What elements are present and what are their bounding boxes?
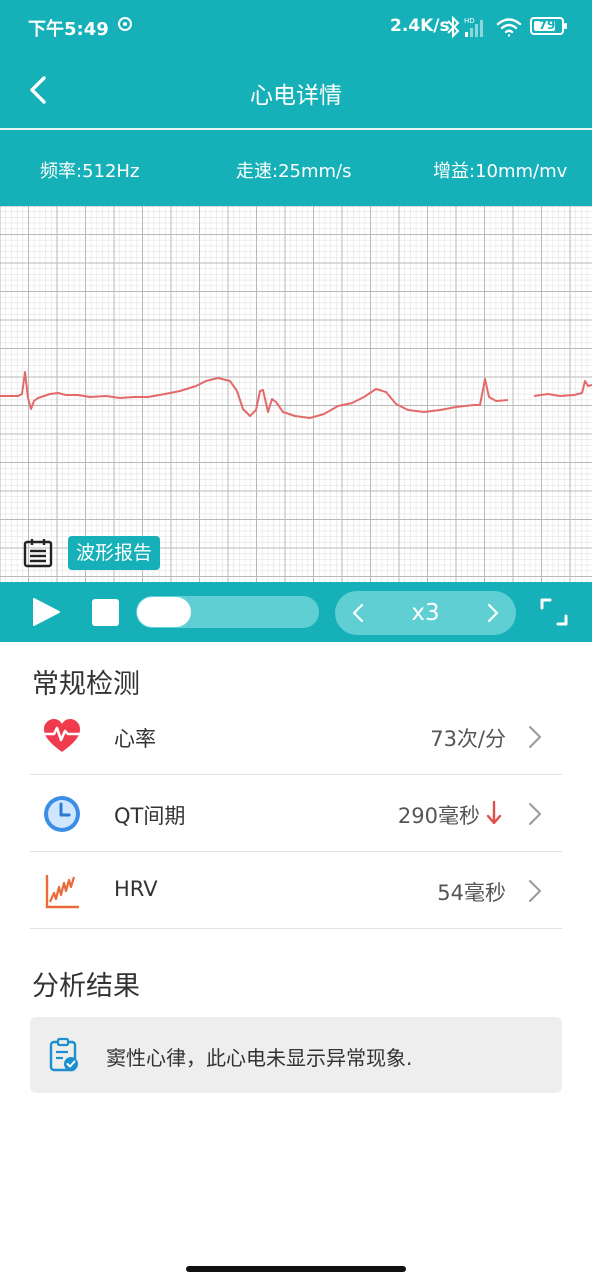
report-calendar-icon[interactable] [22, 537, 54, 569]
ecg-chart [0, 206, 592, 582]
list-item-hrv[interactable]: HRV 54毫秒 [30, 852, 562, 929]
svg-text:HD: HD [464, 17, 475, 25]
analysis-title: 分析结果 [32, 971, 140, 1002]
play-icon[interactable] [30, 596, 62, 628]
status-icons: HD [447, 15, 522, 39]
hrv-chart-icon [45, 875, 79, 909]
battery-icon: 79 [530, 17, 567, 35]
speed-param: 走速:25mm/s [236, 161, 352, 182]
sync-icon [118, 17, 132, 31]
navbar: 心电详情 [0, 54, 592, 128]
fullscreen-icon[interactable] [538, 596, 570, 628]
hrv-label: HRV [114, 877, 158, 901]
frequency-param: 频率:512Hz [40, 161, 140, 182]
hd-signal-icon: HD [464, 17, 483, 37]
analysis-result-box: 窦性心律，此心电未显示异常现象. [30, 1017, 562, 1093]
speed-selector: x3 [335, 591, 516, 635]
ecg-grid [0, 206, 592, 582]
status-time: 下午5:49 [28, 19, 109, 40]
waveform-report-button[interactable]: 波形报告 [68, 536, 161, 570]
heart-rate-label: 心率 [114, 727, 156, 751]
chevron-right-icon [529, 880, 541, 902]
qt-interval-label: QT间期 [114, 804, 186, 828]
playback-progress[interactable] [136, 596, 319, 628]
chevron-right-icon [529, 726, 541, 748]
ecg-waveform-area[interactable] [0, 206, 592, 582]
hrv-value: 54毫秒 [437, 881, 506, 905]
heart-rate-icon [43, 719, 81, 752]
stop-icon[interactable] [92, 599, 119, 626]
chevron-right-icon [529, 803, 541, 825]
home-indicator[interactable] [186, 1266, 406, 1272]
qt-interval-value: 290毫秒 [397, 804, 480, 828]
clock-icon [44, 796, 80, 832]
analysis-result-text: 窦性心律，此心电未显示异常现象. [106, 1046, 413, 1070]
network-speed: 2.4K/s [390, 16, 450, 36]
bluetooth-icon [447, 15, 460, 39]
arrow-down-icon [486, 800, 502, 825]
status-bar: 下午5:49 2.4K/s HD 79 [0, 0, 592, 54]
progress-fill [137, 597, 192, 627]
chevron-right-icon[interactable] [478, 599, 506, 627]
heart-rate-value: 73次/分 [430, 727, 506, 751]
playback-bar: x3 [0, 582, 592, 642]
clipboard-check-icon [49, 1037, 78, 1072]
routine-title: 常规检测 [32, 669, 140, 700]
page-title: 心电详情 [250, 83, 342, 109]
gain-param: 增益:10mm/mv [433, 161, 568, 182]
wifi-icon [496, 18, 522, 37]
list-item-qt-interval[interactable]: QT间期 290毫秒 [30, 775, 562, 852]
ecg-parameters: 频率:512Hz 走速:25mm/s 增益:10mm/mv [0, 130, 592, 206]
battery-level: 79 [538, 18, 556, 32]
list-item-heart-rate[interactable]: 心率 73次/分 [30, 698, 562, 775]
